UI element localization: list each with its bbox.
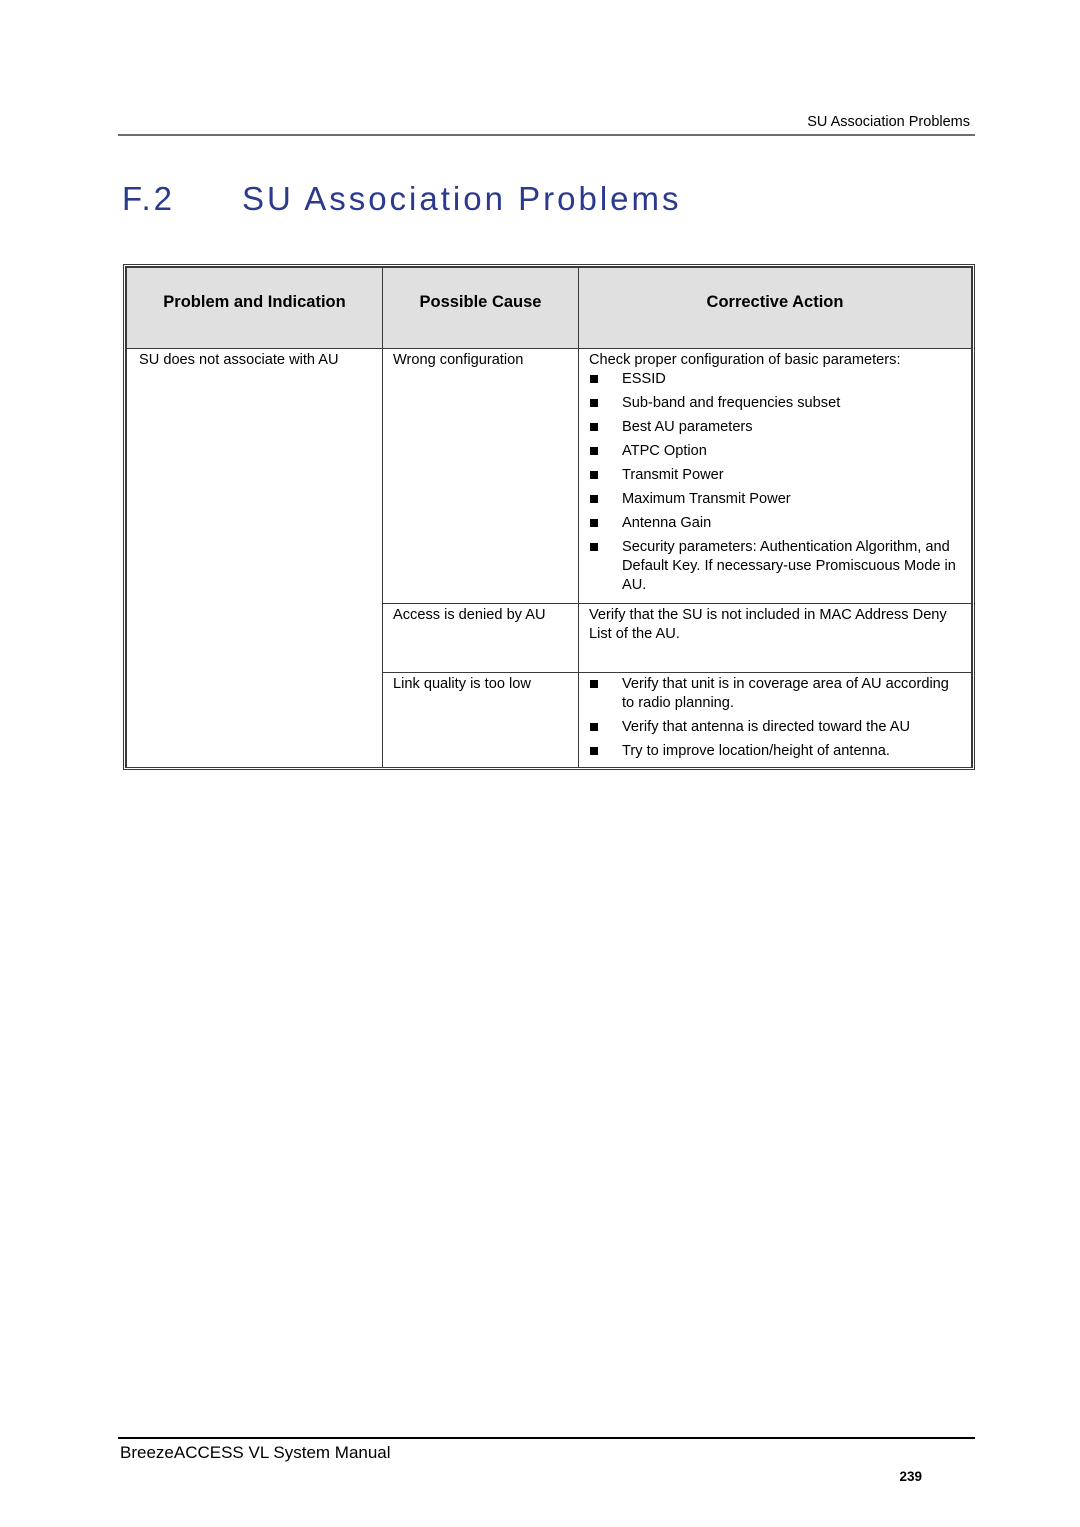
square-bullet-icon — [590, 423, 598, 431]
manual-title: BreezeACCESS VL System Manual — [120, 1443, 391, 1462]
list-item-text: Sub-band and frequencies subset — [622, 395, 841, 411]
cause-cell: Link quality is too low — [382, 672, 579, 767]
list-item-text: Try to improve location/height of antenn… — [622, 743, 890, 759]
list-item: Verify that unit is in coverage area of … — [589, 675, 961, 713]
list-item-text: Transmit Power — [622, 467, 724, 483]
table-header-row: Problem and Indication Possible Cause Co… — [126, 267, 972, 349]
column-header-action: Corrective Action — [578, 267, 972, 349]
square-bullet-icon — [590, 495, 598, 503]
action-cell: Verify that unit is in coverage area of … — [578, 672, 972, 767]
square-bullet-icon — [590, 375, 598, 383]
troubleshooting-table-grid: Problem and Indication Possible Cause Co… — [126, 267, 972, 767]
action-cell: Check proper configuration of basic para… — [578, 348, 972, 604]
running-header: SU Association Problems — [118, 112, 975, 136]
problem-cell — [126, 672, 383, 767]
section-heading: F.2 SU Association Problems — [122, 180, 682, 218]
running-header-title: SU Association Problems — [807, 114, 970, 130]
square-bullet-icon — [590, 399, 598, 407]
square-bullet-icon — [590, 519, 598, 527]
list-item-text: ESSID — [622, 371, 666, 387]
list-item: Try to improve location/height of antenn… — [589, 742, 961, 761]
square-bullet-icon — [590, 471, 598, 479]
section-title: SU Association Problems — [242, 180, 682, 217]
list-item-text: Best AU parameters — [622, 419, 753, 435]
square-bullet-icon — [590, 747, 598, 755]
action-bullet-list: Verify that unit is in coverage area of … — [589, 675, 961, 761]
action-bullet-list: ESSID Sub-band and frequencies subset Be… — [589, 370, 961, 595]
list-item-text: Verify that antenna is directed toward t… — [622, 719, 910, 735]
list-item-text: ATPC Option — [622, 443, 707, 459]
list-item-text: Maximum Transmit Power — [622, 491, 791, 507]
square-bullet-icon — [590, 680, 598, 688]
cause-cell: Access is denied by AU — [382, 603, 579, 673]
list-item-text: Antenna Gain — [622, 515, 712, 531]
list-item: Verify that antenna is directed toward t… — [589, 718, 961, 737]
problem-cell — [126, 603, 383, 673]
column-header-problem: Problem and Indication — [126, 267, 383, 349]
page-number: 239 — [899, 1469, 922, 1484]
action-intro: Verify that the SU is not included in MA… — [589, 607, 947, 642]
list-item: Best AU parameters — [589, 418, 961, 437]
list-item: ATPC Option — [589, 442, 961, 461]
square-bullet-icon — [590, 447, 598, 455]
list-item: ESSID — [589, 370, 961, 389]
list-item: Sub-band and frequencies subset — [589, 394, 961, 413]
list-item-text: Security parameters: Authentication Algo… — [622, 539, 956, 593]
section-number: F.2 — [122, 180, 176, 217]
action-cell: Verify that the SU is not included in MA… — [578, 603, 972, 673]
list-item: Transmit Power — [589, 466, 961, 485]
troubleshooting-table: Problem and Indication Possible Cause Co… — [123, 264, 975, 770]
action-intro: Check proper configuration of basic para… — [589, 352, 901, 368]
list-item-text: Verify that unit is in coverage area of … — [622, 676, 949, 711]
list-item: Antenna Gain — [589, 514, 961, 533]
table-row: Access is denied by AU Verify that the S… — [126, 603, 972, 673]
page-footer: BreezeACCESS VL System Manual 239 — [118, 1437, 975, 1484]
table-row: Link quality is too low Verify that unit… — [126, 672, 972, 767]
list-item: Maximum Transmit Power — [589, 490, 961, 509]
square-bullet-icon — [590, 543, 598, 551]
list-item: Security parameters: Authentication Algo… — [589, 538, 961, 595]
square-bullet-icon — [590, 723, 598, 731]
column-header-cause: Possible Cause — [382, 267, 579, 349]
table-row: SU does not associate with AU Wrong conf… — [126, 348, 972, 604]
problem-cell: SU does not associate with AU — [126, 348, 383, 604]
cause-cell: Wrong configuration — [382, 348, 579, 604]
